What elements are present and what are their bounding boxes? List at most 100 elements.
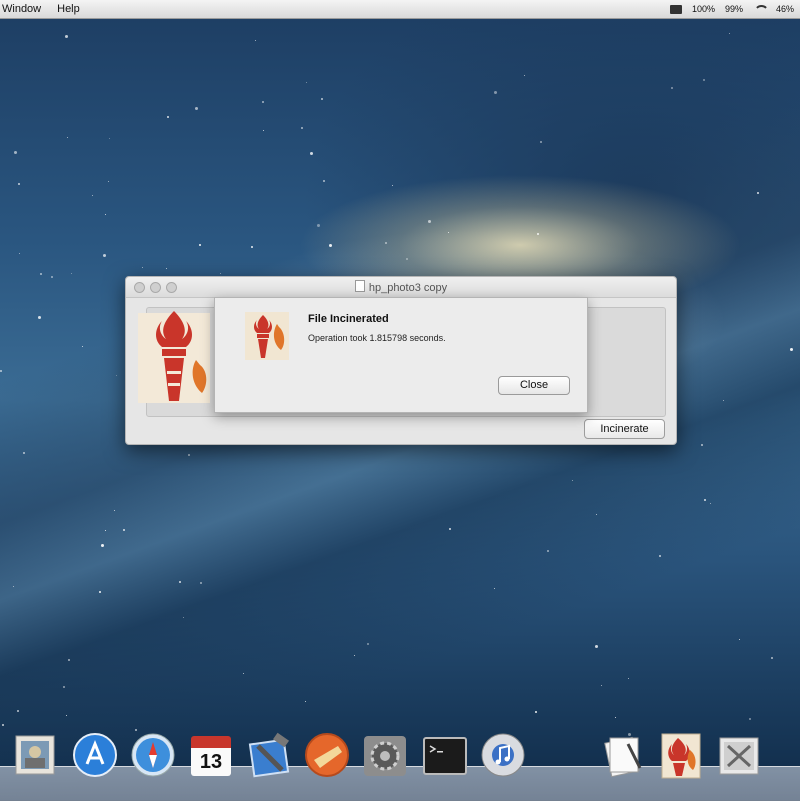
star <box>40 273 42 275</box>
star <box>99 591 101 593</box>
star <box>757 192 759 194</box>
status-item-1[interactable]: 100% <box>692 4 715 14</box>
itunes-icon[interactable] <box>478 730 528 780</box>
star <box>262 101 264 103</box>
star <box>17 710 19 712</box>
star <box>195 107 198 110</box>
star <box>628 678 629 679</box>
star <box>749 718 751 720</box>
star <box>729 33 730 34</box>
incinerator-icon[interactable] <box>656 730 706 780</box>
menu-window[interactable]: Window <box>0 0 49 18</box>
star <box>367 643 369 645</box>
star <box>116 375 117 376</box>
star <box>449 528 451 530</box>
star <box>739 639 740 640</box>
safari-icon[interactable] <box>128 730 178 780</box>
terminal-icon[interactable] <box>420 730 470 780</box>
document-icon <box>354 280 365 292</box>
star <box>109 138 110 139</box>
star <box>51 276 53 278</box>
star <box>68 659 70 661</box>
star <box>71 273 72 274</box>
star <box>66 715 67 716</box>
star <box>103 254 106 257</box>
star <box>428 220 431 223</box>
star <box>114 510 115 511</box>
star <box>108 181 109 182</box>
star <box>494 588 495 589</box>
star <box>188 454 190 456</box>
star <box>310 152 313 155</box>
star <box>703 79 705 81</box>
star <box>92 195 93 196</box>
star <box>255 40 256 41</box>
star <box>723 400 724 401</box>
star <box>142 267 143 268</box>
star <box>82 346 83 347</box>
star <box>572 480 573 481</box>
star <box>601 685 602 686</box>
star <box>306 82 307 83</box>
star <box>595 645 598 648</box>
window-title: hp_photo3 copy <box>368 282 448 294</box>
star <box>65 35 68 38</box>
star <box>38 316 41 319</box>
star <box>710 503 711 504</box>
star <box>596 514 597 515</box>
wifi-icon[interactable] <box>753 4 769 14</box>
battery-status[interactable]: 46% <box>776 4 794 14</box>
star <box>243 673 244 674</box>
star <box>540 141 542 143</box>
star <box>406 258 408 260</box>
keyboard-icon[interactable] <box>669 4 682 14</box>
star <box>63 686 65 688</box>
star <box>0 370 2 372</box>
star <box>392 185 393 186</box>
photo-icon[interactable] <box>10 730 60 780</box>
status-area: 100% 99% 46% <box>669 4 800 14</box>
status-item-2[interactable]: 99% <box>725 4 743 14</box>
cleaner-icon[interactable] <box>302 730 352 780</box>
window-titlebar[interactable]: hp_photo3 copy <box>126 277 676 298</box>
system-preferences-icon[interactable] <box>360 730 410 780</box>
star <box>704 499 706 501</box>
star <box>321 98 323 100</box>
dialog-message: Operation took 1.815798 seconds. <box>308 333 446 343</box>
documents-stack-icon[interactable] <box>598 730 648 780</box>
dialog-torch-icon <box>245 312 289 360</box>
incinerate-button[interactable]: Incinerate <box>584 419 665 439</box>
star <box>220 273 221 274</box>
star <box>166 268 167 269</box>
app-store-icon[interactable] <box>70 730 120 780</box>
star <box>535 711 537 713</box>
star <box>13 586 14 587</box>
star <box>199 244 201 246</box>
menu-bar: Window Help 100% 99% 46% <box>0 0 800 19</box>
star <box>183 617 184 618</box>
star <box>494 91 497 94</box>
star <box>354 655 355 656</box>
calendar-day: 13 <box>191 748 231 776</box>
dialog-title: File Incinerated <box>308 313 389 325</box>
star <box>19 253 20 254</box>
star <box>23 452 25 454</box>
star <box>771 657 773 659</box>
star <box>251 246 253 248</box>
star <box>329 244 332 247</box>
star <box>263 130 264 131</box>
torch-image <box>138 305 210 410</box>
star <box>701 444 703 446</box>
star <box>105 530 106 531</box>
calendar-icon[interactable]: 13 <box>186 730 236 780</box>
star <box>179 581 181 583</box>
menu-help[interactable]: Help <box>49 0 88 18</box>
utilities-stack-icon[interactable] <box>714 730 764 780</box>
close-button[interactable]: Close <box>498 376 570 395</box>
star <box>323 180 325 182</box>
star <box>2 724 4 726</box>
star <box>14 151 17 154</box>
star <box>385 242 387 244</box>
star <box>790 348 793 351</box>
xcode-icon[interactable] <box>244 730 294 780</box>
